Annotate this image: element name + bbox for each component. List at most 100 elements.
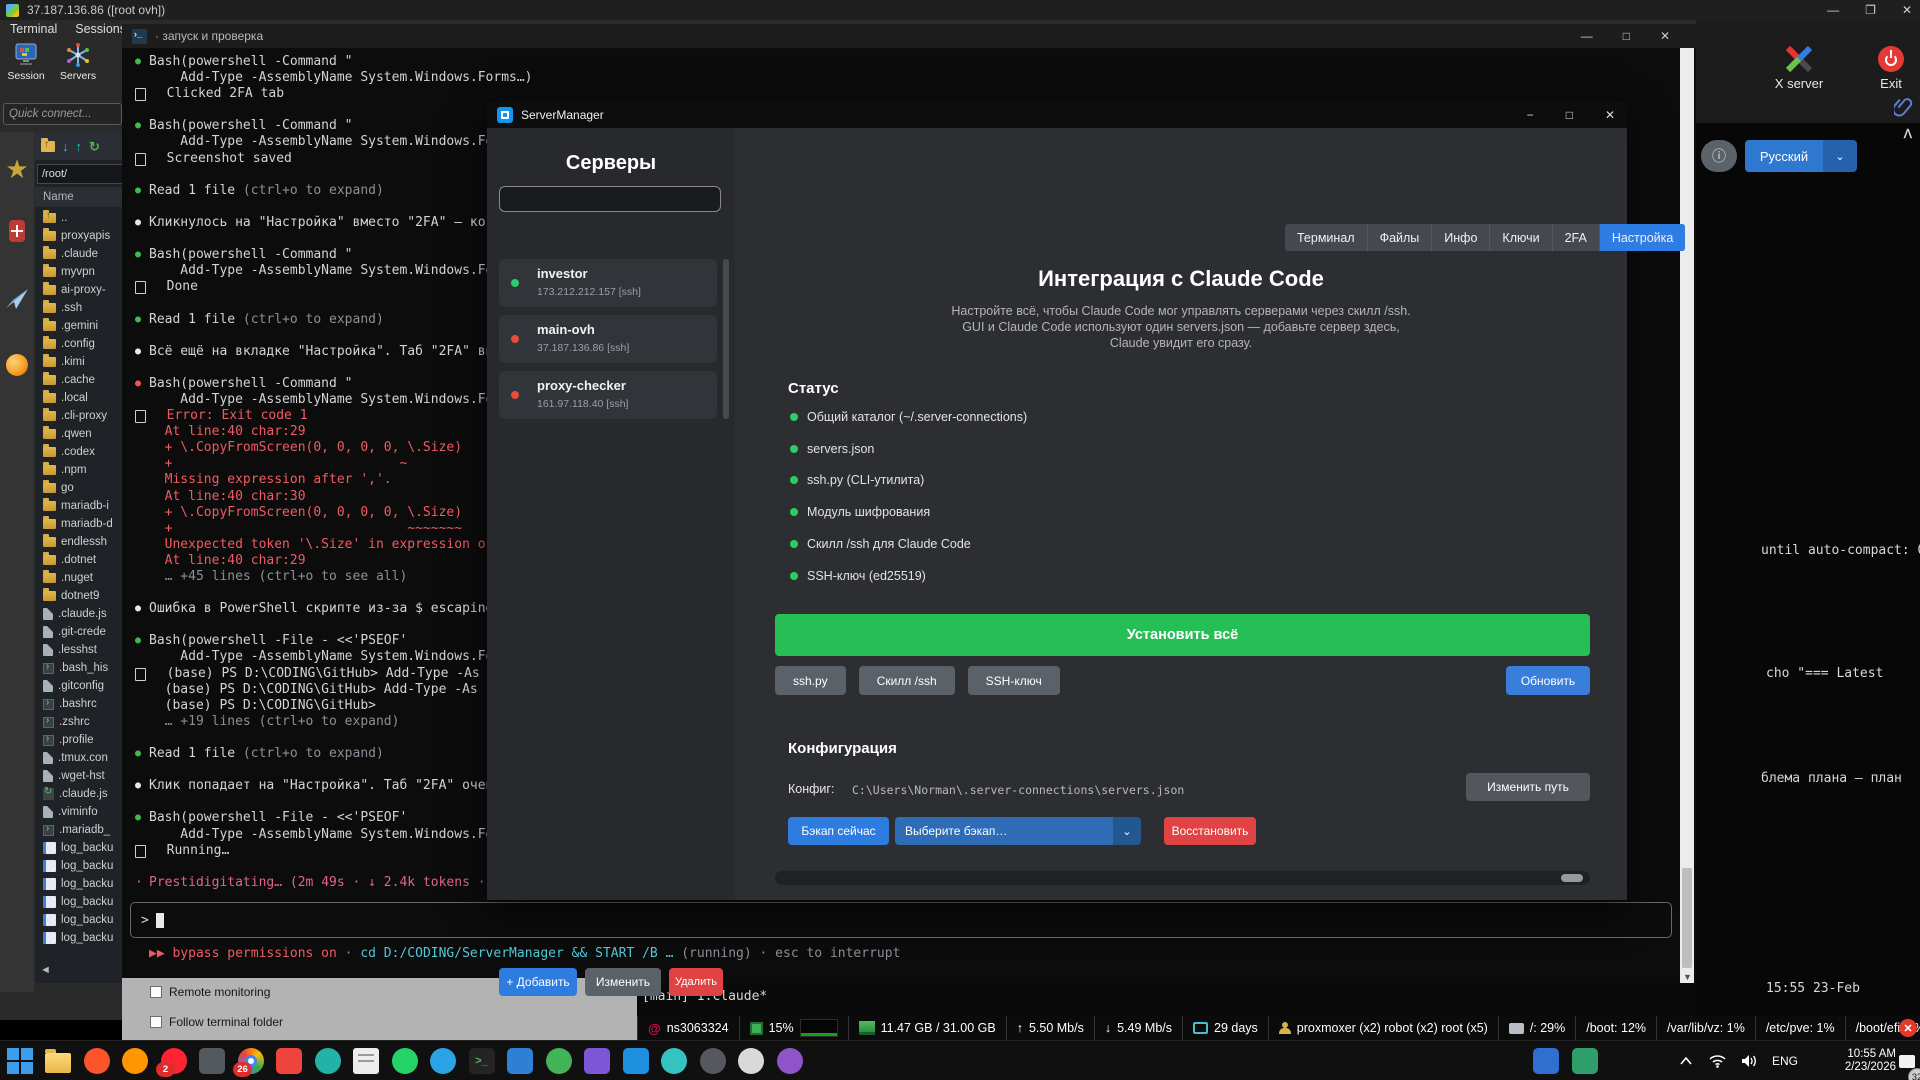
obs[interactable]	[738, 1047, 765, 1074]
session-button[interactable]: Session	[3, 40, 49, 82]
file-row[interactable]: log_backu	[35, 911, 122, 929]
server-item-proxy-checker[interactable]: proxy-checker161.97.118.40 [ssh]	[499, 371, 717, 419]
file-row[interactable]: .config	[35, 335, 122, 353]
file-row[interactable]: .claude.js	[35, 605, 122, 623]
quick-assist[interactable]	[1532, 1047, 1559, 1074]
tab-инфо[interactable]: Инфо	[1431, 224, 1489, 251]
file-row[interactable]: .gemini	[35, 317, 122, 335]
component-button--ssh[interactable]: Скилл /ssh	[859, 666, 955, 695]
brave-browser[interactable]	[83, 1047, 110, 1074]
app-mint[interactable]	[1571, 1047, 1598, 1074]
app-violet[interactable]	[776, 1047, 803, 1074]
file-row[interactable]: dotnet9	[35, 587, 122, 605]
terminal-app[interactable]: >_	[468, 1047, 495, 1074]
file-explorer[interactable]	[45, 1047, 72, 1074]
upload-icon[interactable]: ↑	[76, 140, 83, 153]
refresh-icon[interactable]: ↻	[89, 140, 100, 153]
file-row[interactable]: .local	[35, 389, 122, 407]
vscode[interactable]	[507, 1047, 534, 1074]
tab-настройка[interactable]: Настройка	[1599, 224, 1686, 251]
tray-clock[interactable]: 10:55 AM 2/23/2026	[1830, 1041, 1896, 1080]
file-row[interactable]: .profile	[35, 731, 122, 749]
file-row[interactable]: mariadb-i	[35, 497, 122, 515]
file-row[interactable]: log_backu	[35, 947, 122, 949]
sftp-path-input[interactable]: /root/	[37, 164, 123, 184]
tab-терминал[interactable]: Терминал	[1285, 224, 1367, 251]
tab-ключи[interactable]: Ключи	[1489, 224, 1551, 251]
sftp-name-column-header[interactable]: Name	[35, 187, 122, 207]
favorites-star-icon[interactable]: ★	[0, 138, 34, 200]
anydesk[interactable]	[276, 1047, 303, 1074]
volume-icon[interactable]	[1736, 1041, 1762, 1080]
file-row[interactable]: log_backu	[35, 857, 122, 875]
telegram[interactable]	[430, 1047, 457, 1074]
wifi-icon[interactable]	[1704, 1041, 1730, 1080]
server-item-investor[interactable]: investor173.212.212.157 [ssh]	[499, 259, 717, 307]
sm-minimize-icon[interactable]: −	[1527, 108, 1534, 122]
remote-monitoring-checkbox[interactable]	[150, 986, 162, 998]
terminal-maximize-icon[interactable]: □	[1623, 29, 1630, 43]
file-row[interactable]: .wget-hst	[35, 767, 122, 785]
file-row[interactable]: .mariadb_	[35, 821, 122, 839]
opera-browser[interactable]: 2	[160, 1047, 187, 1074]
app-gray[interactable]	[199, 1047, 226, 1074]
scroll-left-icon[interactable]: ◄	[40, 964, 51, 976]
file-row[interactable]: .tmux.con	[35, 749, 122, 767]
install-all-button[interactable]: Установить всё	[775, 614, 1590, 656]
sm-maximize-icon[interactable]: □	[1566, 108, 1573, 122]
notepad[interactable]	[353, 1047, 380, 1074]
file-row[interactable]: .kimi	[35, 353, 122, 371]
file-row[interactable]: log_backu	[35, 929, 122, 947]
file-row[interactable]: proxyapis	[35, 227, 122, 245]
chrome-browser[interactable]: 26	[237, 1047, 264, 1074]
menu-terminal[interactable]: Terminal	[10, 22, 57, 36]
tab-2fa[interactable]: 2FA	[1552, 224, 1599, 251]
file-row[interactable]: ..	[35, 209, 122, 227]
file-row[interactable]: .claude.js	[35, 785, 122, 803]
language-selector[interactable]: Русский ⌄	[1745, 140, 1857, 172]
collapse-chevron-icon[interactable]: ᐱ	[1904, 127, 1912, 141]
file-row[interactable]: log_backu	[35, 875, 122, 893]
server-search-input[interactable]	[499, 186, 721, 212]
download-icon[interactable]: ↓	[62, 140, 69, 153]
servers-button[interactable]: Servers	[55, 40, 101, 82]
backup-now-button[interactable]: Бэкап сейчас	[788, 817, 889, 845]
file-row[interactable]: .dotnet	[35, 551, 122, 569]
tab-файлы[interactable]: Файлы	[1367, 224, 1432, 251]
change-path-button[interactable]: Изменить путь	[1466, 773, 1590, 801]
terminal-close-icon[interactable]: ✕	[1660, 29, 1670, 43]
whatsapp[interactable]	[391, 1047, 418, 1074]
x-server-button[interactable]: X server	[1764, 42, 1834, 91]
app-teal[interactable]	[314, 1047, 341, 1074]
sm-close-icon[interactable]: ✕	[1605, 108, 1615, 122]
tools-knife-icon[interactable]	[0, 200, 34, 262]
start-button[interactable]	[6, 1047, 33, 1074]
terminal-scrollbar[interactable]: ▼	[1680, 48, 1694, 983]
add-server-button[interactable]: + Добавить	[499, 968, 577, 996]
edge-browser[interactable]	[661, 1047, 688, 1074]
file-row[interactable]: endlessh	[35, 533, 122, 551]
quick-connect-input[interactable]: Quick connect...	[3, 103, 122, 125]
menu-sessions[interactable]: Sessions	[75, 22, 126, 36]
terminal-input-box[interactable]: >	[130, 902, 1672, 938]
paper-plane-icon[interactable]	[0, 262, 34, 336]
docker[interactable]	[622, 1047, 649, 1074]
file-row[interactable]: ai-proxy-	[35, 281, 122, 299]
server-list-scrollbar[interactable]	[723, 259, 729, 419]
file-row[interactable]: go	[35, 479, 122, 497]
tray-chevron-icon[interactable]	[1674, 1041, 1698, 1080]
file-row[interactable]: mariadb-d	[35, 515, 122, 533]
folder-up-icon[interactable]	[41, 141, 55, 152]
file-row[interactable]: .ssh	[35, 299, 122, 317]
file-row[interactable]: .bash_his	[35, 659, 122, 677]
maximize-icon[interactable]: ❐	[1865, 3, 1876, 17]
file-row[interactable]: .viminfo	[35, 803, 122, 821]
scrollbar-thumb[interactable]	[1682, 868, 1692, 968]
delete-server-button[interactable]: Удалить	[669, 968, 723, 996]
refresh-button[interactable]: Обновить	[1506, 666, 1590, 695]
component-button-ssh-py[interactable]: ssh.py	[775, 666, 846, 695]
exit-button[interactable]: Exit	[1856, 42, 1920, 91]
firefox-browser[interactable]	[122, 1047, 149, 1074]
horizontal-scrollbar[interactable]	[775, 871, 1590, 885]
follow-folder-checkbox[interactable]	[150, 1016, 162, 1028]
